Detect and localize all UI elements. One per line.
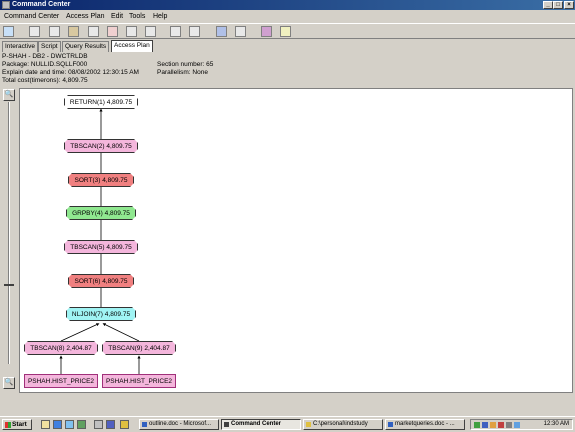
- taskbar-marketqueries-doc[interactable]: marketqueries.doc - ...: [385, 419, 465, 430]
- tab-access-plan[interactable]: Access Plan: [111, 40, 153, 52]
- execute-icon[interactable]: [3, 26, 14, 37]
- chart-icon[interactable]: [107, 26, 118, 37]
- section-number-label: Section number: 65: [157, 61, 214, 68]
- plan-info-panel: P-SHAH - DB2 - DWCTRLDB Package: NULLID.…: [0, 53, 575, 87]
- word-icon: [388, 422, 393, 427]
- zoom-slider-track[interactable]: [8, 102, 10, 364]
- taskbar-label: outline.doc - Microsof...: [149, 421, 212, 427]
- menu-command-center[interactable]: Command Center: [4, 11, 59, 22]
- menu-help[interactable]: Help: [153, 11, 167, 22]
- edge-tbscan9-nljoin7: [102, 323, 140, 342]
- total-cost-label: Total cost(timerons): 4,809.75: [2, 77, 88, 84]
- plan-node-tbscan-2[interactable]: TBSCAN(2) 4,809.75: [64, 139, 138, 153]
- toolbar: [0, 23, 575, 39]
- zoom-slider-thumb[interactable]: [4, 284, 14, 286]
- minimize-icon[interactable]: _: [543, 1, 553, 9]
- plan-node-nljoin-7[interactable]: NLJOIN(7) 4,809.75: [66, 307, 136, 321]
- title-bar[interactable]: Command Center _ □ ×: [0, 0, 575, 10]
- open-icon[interactable]: [29, 26, 40, 37]
- taskbar-label: Command Center: [231, 421, 282, 427]
- plan-table-right[interactable]: PSHAH.HIST_PRICE2: [102, 374, 176, 388]
- connection-label: P-SHAH - DB2 - DWCTRLDB: [2, 53, 88, 60]
- windows-logo-icon: [5, 422, 11, 428]
- history-icon[interactable]: [88, 26, 99, 37]
- zoom-out-icon[interactable]: 🔍: [3, 377, 15, 389]
- tray-db2-icon[interactable]: [498, 422, 504, 428]
- tray-app-icon[interactable]: [490, 422, 496, 428]
- access-plan-graph: RETURN(1) 4,809.75 TBSCAN(2) 4,809.75 SO…: [19, 88, 573, 393]
- window-title: Command Center: [12, 1, 71, 8]
- menu-tools[interactable]: Tools: [129, 11, 145, 22]
- taskbar-label: marketqueries.doc - ...: [395, 421, 455, 427]
- taskbar: Start outline.doc - Microsof... Command …: [0, 416, 575, 432]
- plan-node-tbscan-8[interactable]: TBSCAN(8) 2,404.87: [24, 341, 98, 355]
- app-icon: [2, 1, 10, 9]
- list-icon[interactable]: [170, 26, 181, 37]
- menu-access-plan[interactable]: Access Plan: [66, 11, 105, 22]
- system-tray: 12:30 AM: [470, 419, 573, 430]
- save-icon[interactable]: [49, 26, 60, 37]
- zoom-in-icon[interactable]: 🔍: [3, 89, 15, 101]
- explorer-icon[interactable]: [77, 420, 86, 429]
- maximize-icon[interactable]: □: [553, 1, 563, 9]
- close-icon[interactable]: ×: [564, 1, 574, 9]
- start-label: Start: [12, 421, 27, 428]
- menu-bar: Command Center Access Plan Edit Tools He…: [0, 11, 575, 22]
- taskbar-folder[interactable]: C:\personal\indstudy: [303, 419, 383, 430]
- tray-network-icon[interactable]: [474, 422, 480, 428]
- tab-script[interactable]: Script: [38, 41, 61, 52]
- plan-node-tbscan-9[interactable]: TBSCAN(9) 2,404.87: [102, 341, 176, 355]
- command-center-icon: [224, 422, 229, 427]
- explain-date-label: Explain date and time: 08/08/2002 12:30:…: [2, 69, 139, 76]
- plan-node-tbscan-5[interactable]: TBSCAN(5) 4,809.75: [64, 240, 138, 254]
- package-label: Package: NULLID.SQLLF000: [2, 61, 88, 68]
- plan-node-grpby-4[interactable]: GRPBY(4) 4,809.75: [66, 206, 136, 220]
- help-icon[interactable]: [280, 26, 291, 37]
- zoom-panel: 🔍 🔍: [0, 88, 18, 393]
- ie-icon[interactable]: [53, 420, 62, 429]
- plan-table-left[interactable]: PSHAH.HIST_PRICE2: [24, 374, 98, 388]
- quicklaunch-icon[interactable]: [94, 420, 103, 429]
- folder-icon: [306, 422, 311, 427]
- quicklaunch-icon-2[interactable]: [106, 420, 115, 429]
- tab-query-results[interactable]: Query Results: [62, 41, 110, 52]
- db-icon[interactable]: [68, 26, 79, 37]
- taskbar-command-center[interactable]: Command Center: [221, 419, 301, 430]
- desktop-icon[interactable]: [41, 420, 50, 429]
- more-icon[interactable]: [120, 420, 129, 429]
- start-button[interactable]: Start: [2, 419, 32, 430]
- menu-edit[interactable]: Edit: [111, 11, 123, 22]
- outlook-icon[interactable]: [65, 420, 74, 429]
- taskbar-outline-doc[interactable]: outline.doc - Microsof...: [139, 419, 219, 430]
- copy-icon[interactable]: [126, 26, 137, 37]
- plan-node-sort-3[interactable]: SORT(3) 4,809.75: [68, 173, 134, 187]
- tab-interactive[interactable]: Interactive: [2, 41, 38, 52]
- command-center-window: Command Center _ □ × Command Center Acce…: [0, 0, 575, 432]
- taskbar-label: C:\personal\indstudy: [313, 421, 368, 427]
- edge-tbscan8-nljoin7: [60, 323, 100, 342]
- clock[interactable]: 12:30 AM: [544, 420, 569, 429]
- plan-node-sort-6[interactable]: SORT(6) 4,809.75: [68, 274, 134, 288]
- word-icon: [142, 422, 147, 427]
- parallelism-label: Parallelism: None: [157, 69, 208, 76]
- grid-icon[interactable]: [216, 26, 227, 37]
- tray-volume-icon[interactable]: [506, 422, 512, 428]
- tray-monitor-icon[interactable]: [482, 422, 488, 428]
- form-icon[interactable]: [189, 26, 200, 37]
- tree-icon[interactable]: [235, 26, 246, 37]
- plan-node-return[interactable]: RETURN(1) 4,809.75: [64, 95, 138, 109]
- settings-icon[interactable]: [261, 26, 272, 37]
- tray-misc-icon[interactable]: [514, 422, 520, 428]
- paste-icon[interactable]: [145, 26, 156, 37]
